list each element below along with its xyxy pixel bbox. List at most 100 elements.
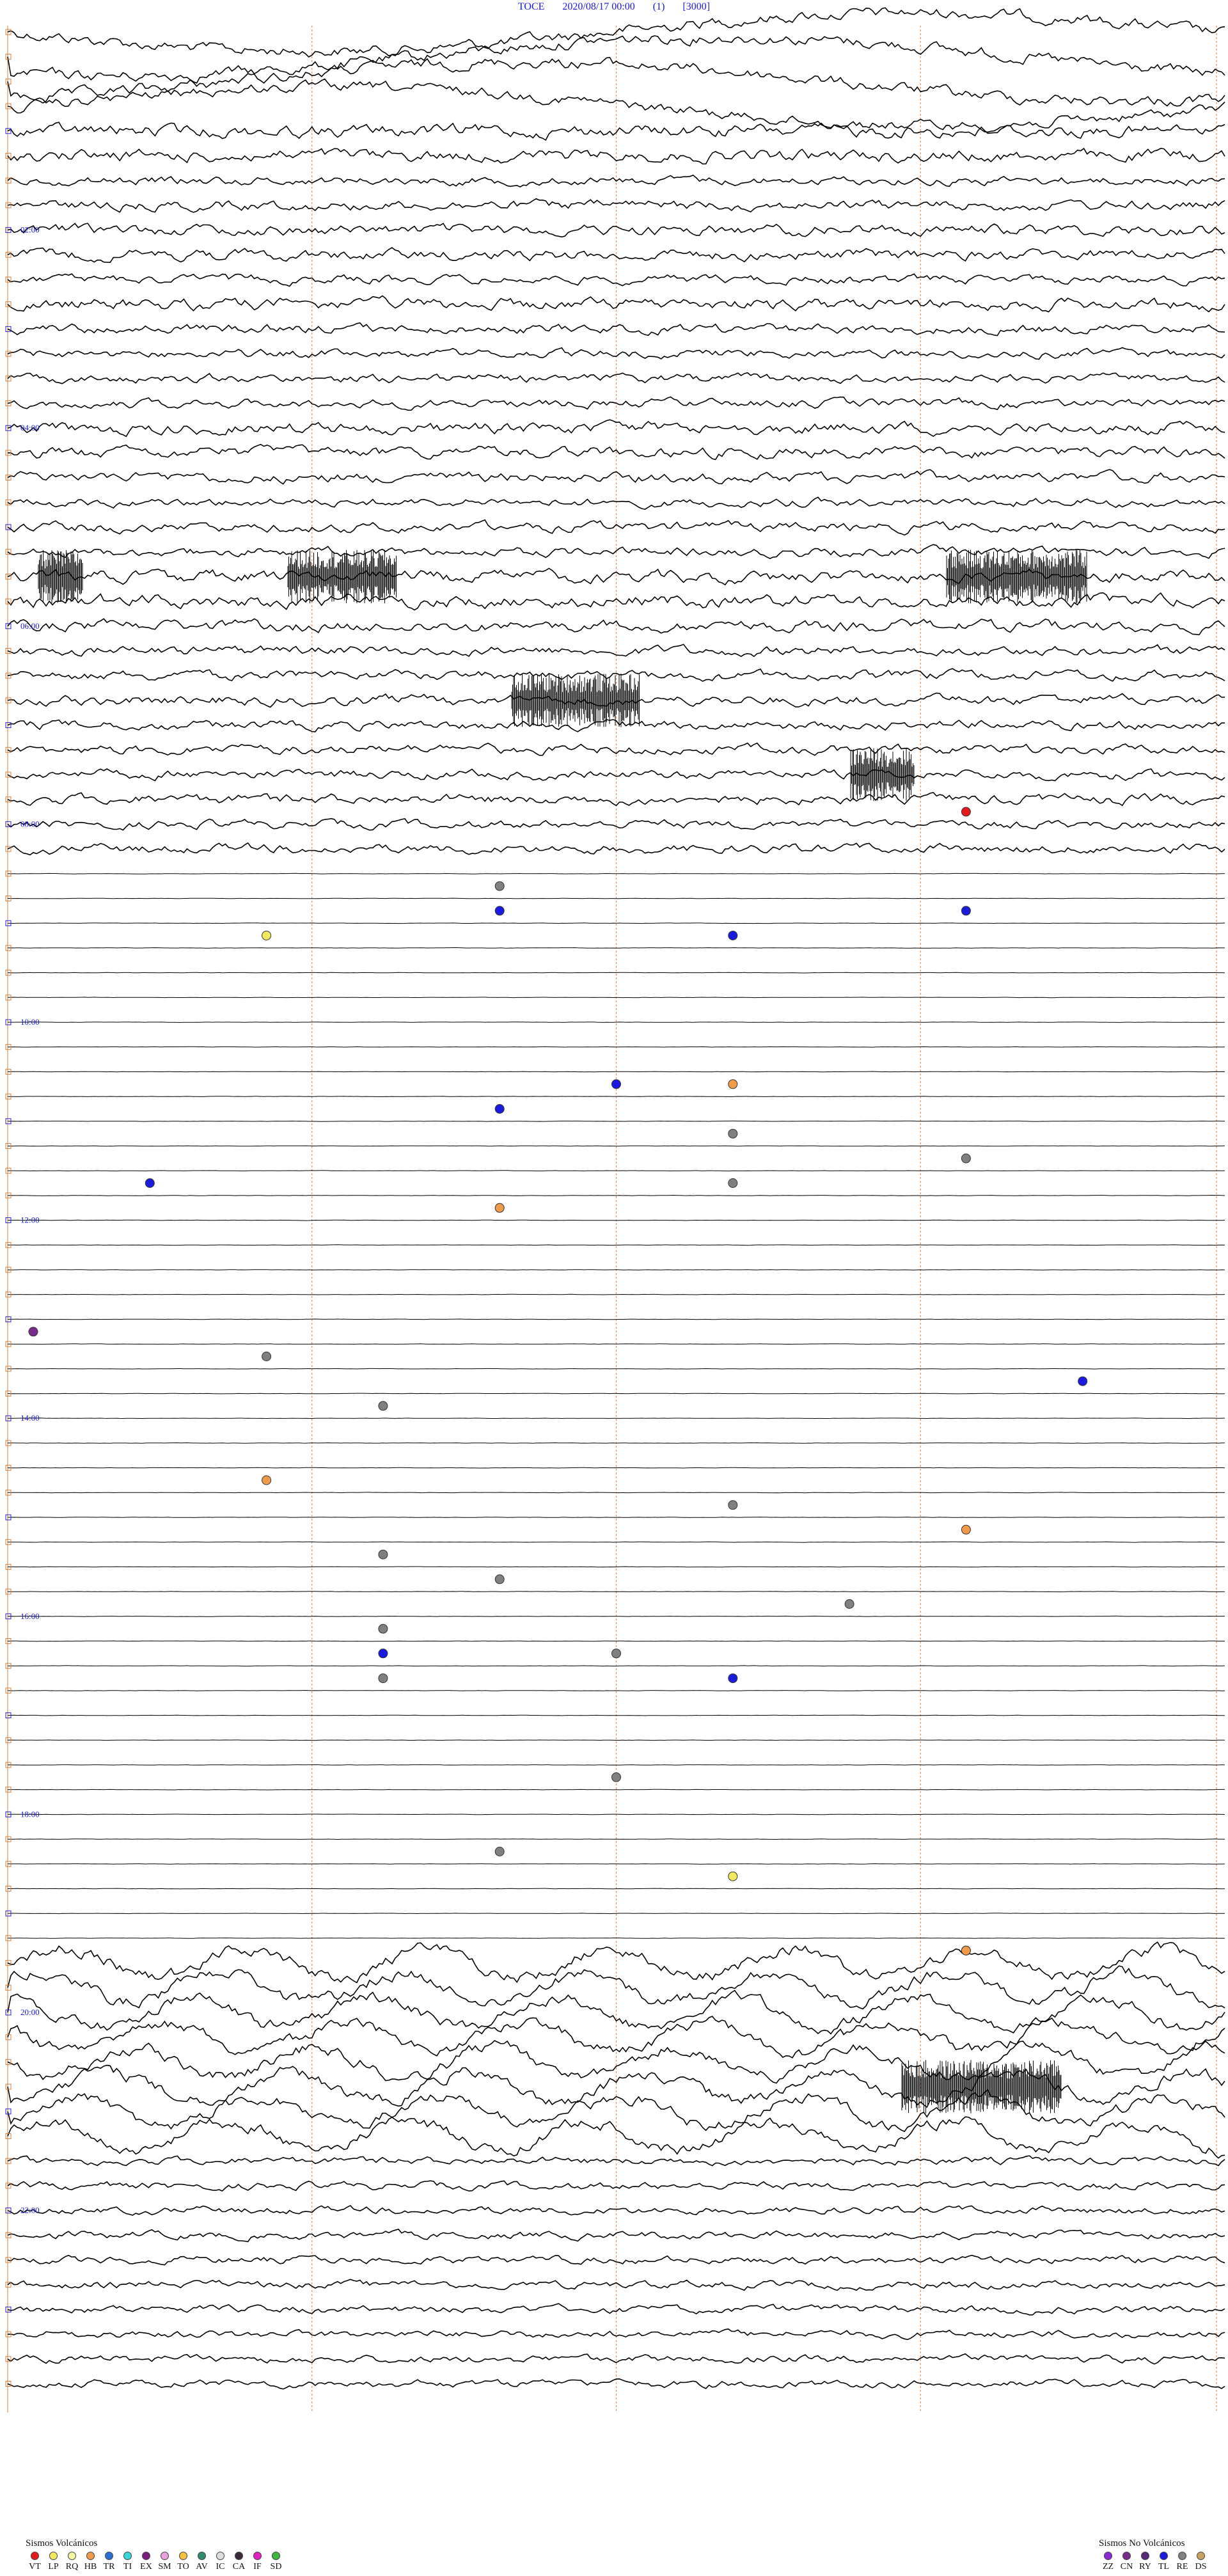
legend-label: IC (216, 2562, 225, 2572)
legend-label: LP (48, 2562, 59, 2572)
legend-swatch-icon (1122, 2552, 1131, 2560)
legend-volcanic-item-ti: TI (118, 2552, 137, 2572)
trace-row-18 (7, 469, 1225, 485)
legend-nonvolcanic-item-zz: ZZ (1099, 2552, 1117, 2572)
legend-swatch-icon (142, 2552, 150, 2560)
event-marker-RE (611, 1648, 621, 1659)
legend-label: ZZ (1102, 2562, 1114, 2572)
legend-label: HB (84, 2562, 97, 2572)
event-marker-HB (494, 1203, 505, 1213)
legend-volcanic-item-lp: LP (44, 2552, 63, 2572)
trace-row-58 (7, 1467, 1225, 1469)
event-marker-RE (494, 1847, 505, 1856)
legend-label: AV (196, 2562, 208, 2572)
time-label-20:00: 20:00 (20, 2007, 40, 2017)
legend-label: TL (1158, 2562, 1170, 2572)
trace-row-25 (7, 644, 1225, 658)
event-marker-RE (378, 1549, 388, 1560)
trace-row-91 (7, 2279, 1225, 2291)
time-label-04:00: 04:00 (20, 423, 40, 432)
event-marker-RE (844, 1599, 854, 1609)
legend-label: RY (1139, 2562, 1151, 2572)
event-marker-LP (262, 931, 272, 940)
legend-volcanic-item-vt: VT (26, 2552, 44, 2572)
legend-volcanic-item-rq: RQ (63, 2552, 81, 2572)
event-marker-RE (728, 1128, 738, 1139)
event-marker-RE (728, 1500, 738, 1510)
trace-row-43 (7, 1096, 1225, 1098)
event-marker-TL (494, 1104, 505, 1114)
event-marker-RE (611, 1772, 621, 1782)
trace-row-40 (7, 1022, 1225, 1023)
signal-burst-4 (850, 748, 915, 802)
legend-nonvolcanic-item-tl: TL (1154, 2552, 1173, 2572)
trace-row-60 (8, 1517, 1225, 1518)
legend-volcanic: Sismos Volcánicos VT LP RQ HB TR TI EX SM TO AV IC… (26, 2538, 285, 2572)
legend-volcanic-item-sm: SM (155, 2552, 174, 2572)
event-marker-RE (494, 1574, 505, 1584)
time-label-02:00: 02:00 (20, 225, 40, 235)
time-label-14:00: 14:00 (20, 1413, 40, 1423)
legend-nonvolcanic-item-cn: CN (1117, 2552, 1136, 2572)
trace-row-69 (7, 1739, 1225, 1741)
event-marker-VT (961, 807, 971, 817)
event-marker-TL (961, 906, 971, 916)
trace-row-52 (8, 1318, 1225, 1320)
trace-row-51 (7, 1293, 1225, 1295)
legend-volcanic-item-sd: SD (267, 2552, 285, 2572)
trace-row-55 (7, 1393, 1225, 1395)
trace-row-74 (8, 1863, 1225, 1865)
legend-swatch-icon (235, 2552, 243, 2560)
event-marker-HB (961, 1945, 971, 1956)
time-label-06:00: 06:00 (20, 621, 40, 631)
signal-burst-0 (38, 549, 83, 603)
trace-row-89 (7, 2228, 1225, 2243)
event-marker-RE (378, 1673, 388, 1684)
event-marker-TL (1078, 1376, 1088, 1386)
legend-swatch-icon (1197, 2552, 1205, 2560)
legend-nonvolcanic-item-re: RE (1173, 2552, 1192, 2572)
trace-row-57 (7, 1442, 1225, 1444)
event-marker-TL (728, 1673, 738, 1684)
legend-swatch-icon (216, 2552, 224, 2560)
legend-nonvolcanic-item-ry: RY (1136, 2552, 1154, 2572)
trace-row-54 (7, 1368, 1225, 1370)
legend-label: TR (103, 2562, 115, 2572)
legend-volcanic-item-ic: IC (211, 2552, 230, 2572)
event-marker-TL (145, 1178, 155, 1188)
time-label-12:00: 12:00 (20, 1215, 40, 1225)
legend-swatch-icon (1160, 2552, 1168, 2560)
legend-volcanic-items: VT LP RQ HB TR TI EX SM TO AV IC CA IF SD (26, 2552, 285, 2572)
legend-label: SM (158, 2562, 171, 2572)
legend-label: EX (140, 2562, 152, 2572)
trace-row-14 (7, 372, 1225, 384)
legend-swatch-icon (1141, 2552, 1149, 2560)
signal-burst-5 (901, 2060, 1062, 2114)
trace-row-70 (7, 1764, 1225, 1766)
legend-label: SD (270, 2562, 282, 2572)
legend-label: TI (123, 2562, 132, 2572)
legend-swatch-icon (123, 2552, 132, 2560)
legend-swatch-icon (105, 2552, 113, 2560)
trace-row-35 (7, 897, 1225, 899)
legend-nonvolcanic-title: Sismos No Volcánicos (1099, 2538, 1185, 2548)
signal-burst-3 (511, 674, 640, 727)
legend-volcanic-item-ca: CA (230, 2552, 248, 2572)
event-marker-TL (728, 931, 738, 940)
event-marker-LP (728, 1871, 738, 1881)
time-label-16:00: 16:00 (20, 1611, 40, 1621)
legend-nonvolcanic-items: ZZ CN RY TL RE DS (1099, 2552, 1210, 2572)
event-marker-RE (378, 1401, 388, 1411)
legend-nonvolcanic-item-ds: DS (1192, 2552, 1210, 2572)
legend-label: IF (253, 2562, 262, 2572)
event-marker-HB (961, 1524, 971, 1535)
legend-nonvolcanic: Sismos No Volcánicos ZZ CN RY TL RE DS (1099, 2538, 1210, 2572)
signal-burst-2 (946, 549, 1087, 604)
event-marker-RE (494, 881, 505, 891)
legend-volcanic-item-hb: HB (81, 2552, 100, 2572)
legend-label: VT (29, 2562, 41, 2572)
trace-row-73 (7, 1838, 1225, 1840)
event-marker-TL (611, 1079, 621, 1089)
legend-volcanic-item-av: AV (193, 2552, 211, 2572)
legend-label: CN (1120, 2562, 1133, 2572)
